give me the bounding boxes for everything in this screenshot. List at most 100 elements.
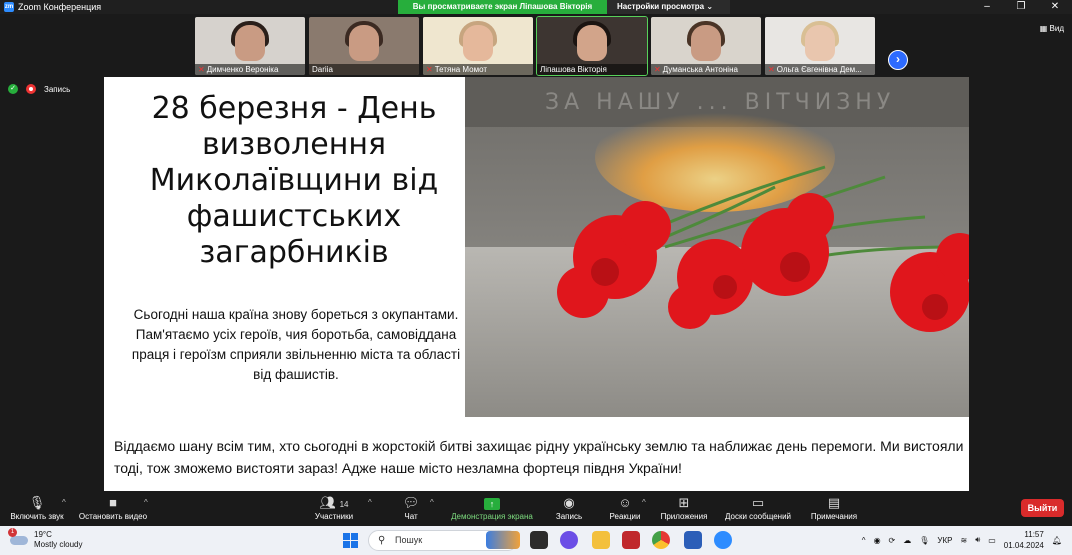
temperature: 19°C — [34, 530, 52, 539]
leave-button[interactable]: Выйти — [1021, 499, 1064, 517]
word-icon[interactable] — [684, 531, 702, 549]
clock-time: 11:57 — [1024, 530, 1044, 539]
record-icon: ◉ — [563, 495, 575, 510]
participant-name: Димченко Вероніка — [206, 65, 279, 74]
muted-mic-icon: 🎙︎ — [28, 495, 46, 510]
maximize-icon[interactable]: ❐ — [1004, 0, 1038, 14]
participants-label: Участники — [314, 512, 354, 521]
onedrive-icon[interactable]: ☁ — [903, 536, 911, 545]
muted-mic-icon: ✕ — [654, 65, 661, 74]
muted-mic-icon: ✕ — [198, 65, 205, 74]
windows-taskbar: 1 19°C Mostly cloudy ⚲ Пошук ^ ◉ ⟳ ☁ 🎙︎ … — [0, 526, 1072, 555]
carnations-photo: ЗА НАШУ ... ВІТЧИЗНУ — [465, 77, 969, 417]
chat-label: Чат — [404, 512, 418, 521]
search-highlight-icon — [486, 531, 520, 549]
app-title-area: zm Zoom Конференция — [0, 2, 101, 12]
carnations-illustration: ЗА НАШУ ... ВІТЧИЗНУ — [465, 77, 969, 417]
reactions-label: Реакции — [609, 512, 641, 521]
participants-button[interactable]: 👥︎ 14 Участники ^ — [308, 494, 372, 521]
notes-button[interactable]: ▤ Примечания — [806, 494, 862, 521]
view-options-button[interactable]: Настройки просмотра ⌄ — [607, 0, 730, 14]
whiteboard-icon: ▭ — [751, 495, 765, 510]
cloud-icon: 1 — [8, 528, 28, 546]
shared-screen-slide: 28 березня - День визволення Миколаївщин… — [104, 77, 969, 491]
apps-icon: ⊞ — [678, 495, 690, 510]
view-button[interactable]: ▦ Вид — [1040, 24, 1064, 33]
participant-tile[interactable]: ✕ Димченко Вероніка — [195, 17, 305, 75]
record-button[interactable]: ◉ Запись — [552, 494, 586, 521]
participants-count: 14 — [339, 500, 349, 509]
participant-name: Ліпашова Вікторія — [540, 65, 607, 74]
task-view-icon[interactable] — [530, 531, 548, 549]
clock-date: 01.04.2024 — [1003, 541, 1044, 550]
participant-tile[interactable]: ✕ Ольга Євгенівна Дем... — [765, 17, 875, 75]
clock[interactable]: 11:57 01.04.2024 — [1004, 529, 1044, 551]
participant-name: Dariia — [312, 65, 333, 74]
participant-tile[interactable]: Dariia — [309, 17, 419, 75]
close-icon[interactable]: ✕ — [1038, 0, 1072, 14]
sync-icon[interactable]: ⟳ — [889, 536, 896, 545]
whiteboards-label: Доски сообщений — [724, 512, 791, 521]
minimize-icon[interactable]: – — [970, 0, 1004, 14]
chat-icon: 💬︎ — [402, 495, 420, 510]
weather-widget[interactable]: 1 19°C Mostly cloudy — [8, 528, 82, 550]
chevron-down-icon: ⌄ — [706, 2, 714, 11]
app-title: Zoom Конференция — [18, 2, 102, 12]
next-participants-button[interactable]: › — [888, 50, 908, 70]
share-banner: Вы просматриваете экран Ліпашова Вікторі… — [398, 0, 607, 14]
stop-video-button[interactable]: ■ Остановить видео ^ — [74, 494, 152, 521]
chevron-up-icon[interactable]: ^ — [430, 498, 434, 507]
grid-icon: ▦ — [1039, 24, 1048, 33]
whiteboards-button[interactable]: ▭ Доски сообщений — [718, 494, 798, 521]
chevron-up-icon[interactable]: ^ — [144, 498, 148, 507]
notification-badge: 1 — [8, 528, 17, 537]
view-button-label: Вид — [1049, 24, 1064, 33]
file-explorer-icon[interactable] — [592, 531, 610, 549]
zoom-logo-icon: zm — [4, 2, 14, 12]
record-label: Запись — [555, 512, 583, 521]
chevron-up-icon[interactable]: ^ — [862, 536, 866, 545]
participant-tile-active-speaker[interactable]: Ліпашова Вікторія — [536, 16, 648, 76]
muted-mic-icon: ✕ — [426, 65, 433, 74]
copilot-icon[interactable] — [560, 531, 578, 549]
zoom-taskbar-icon[interactable] — [714, 531, 732, 549]
shield-icon[interactable]: ✓ — [8, 84, 18, 94]
apps-button[interactable]: ⊞ Приложения — [656, 494, 712, 521]
reactions-icon: ☺ — [618, 495, 632, 510]
chevron-up-icon[interactable]: ^ — [368, 498, 372, 507]
battery-icon[interactable]: ▭ — [988, 536, 996, 545]
participant-tile[interactable]: ✕ Тетяна Момот — [423, 17, 533, 75]
notifications-bell-icon[interactable]: 🔔︎ — [1052, 536, 1062, 545]
chrome-icon[interactable] — [652, 531, 670, 549]
reactions-button[interactable]: ☺ Реакции ^ — [604, 494, 646, 521]
language-indicator[interactable]: УКР — [937, 536, 952, 545]
participant-name: Думанська Антоніна — [662, 65, 738, 74]
participants-icon: 👥︎ 14 — [319, 495, 349, 510]
volume-icon[interactable]: 🔊︎ — [975, 535, 980, 545]
video-camera-icon: ■ — [109, 495, 117, 510]
chevron-right-icon: › — [896, 52, 900, 66]
camera-icon[interactable]: ◉ — [874, 536, 881, 545]
chat-button[interactable]: 💬︎ Чат ^ — [396, 494, 434, 521]
view-options-label: Настройки просмотра — [617, 2, 705, 11]
wifi-icon[interactable]: ≋ — [960, 536, 967, 545]
notes-icon: ▤ — [827, 495, 841, 510]
search-icon: ⚲ — [378, 535, 386, 546]
apps-label: Приложения — [660, 512, 708, 521]
search-placeholder: Пошук — [395, 535, 423, 545]
participant-tile[interactable]: ✕ Думанська Антоніна — [651, 17, 761, 75]
record-indicator-icon — [26, 84, 36, 94]
windows-start-icon[interactable] — [343, 533, 358, 548]
muted-mic-icon: ✕ — [768, 65, 775, 74]
participant-name: Ольга Євгенівна Дем... — [776, 65, 862, 74]
chevron-up-icon[interactable]: ^ — [642, 498, 646, 507]
chevron-up-icon[interactable]: ^ — [62, 498, 66, 507]
microphone-icon[interactable]: 🎙︎ — [919, 536, 929, 545]
slide-footer-text: Віддаємо шану всім тим, хто сьогодні в ж… — [114, 438, 964, 476]
share-screen-button[interactable]: ↑ Демонстрация экрана — [446, 494, 538, 521]
mcafee-icon[interactable] — [622, 531, 640, 549]
share-screen-label: Демонстрация экрана — [451, 512, 533, 521]
unmute-button[interactable]: 🎙︎ Включить звук ^ — [6, 494, 68, 521]
unmute-label: Включить звук — [10, 512, 64, 521]
window-controls: – ❐ ✕ — [970, 0, 1072, 14]
